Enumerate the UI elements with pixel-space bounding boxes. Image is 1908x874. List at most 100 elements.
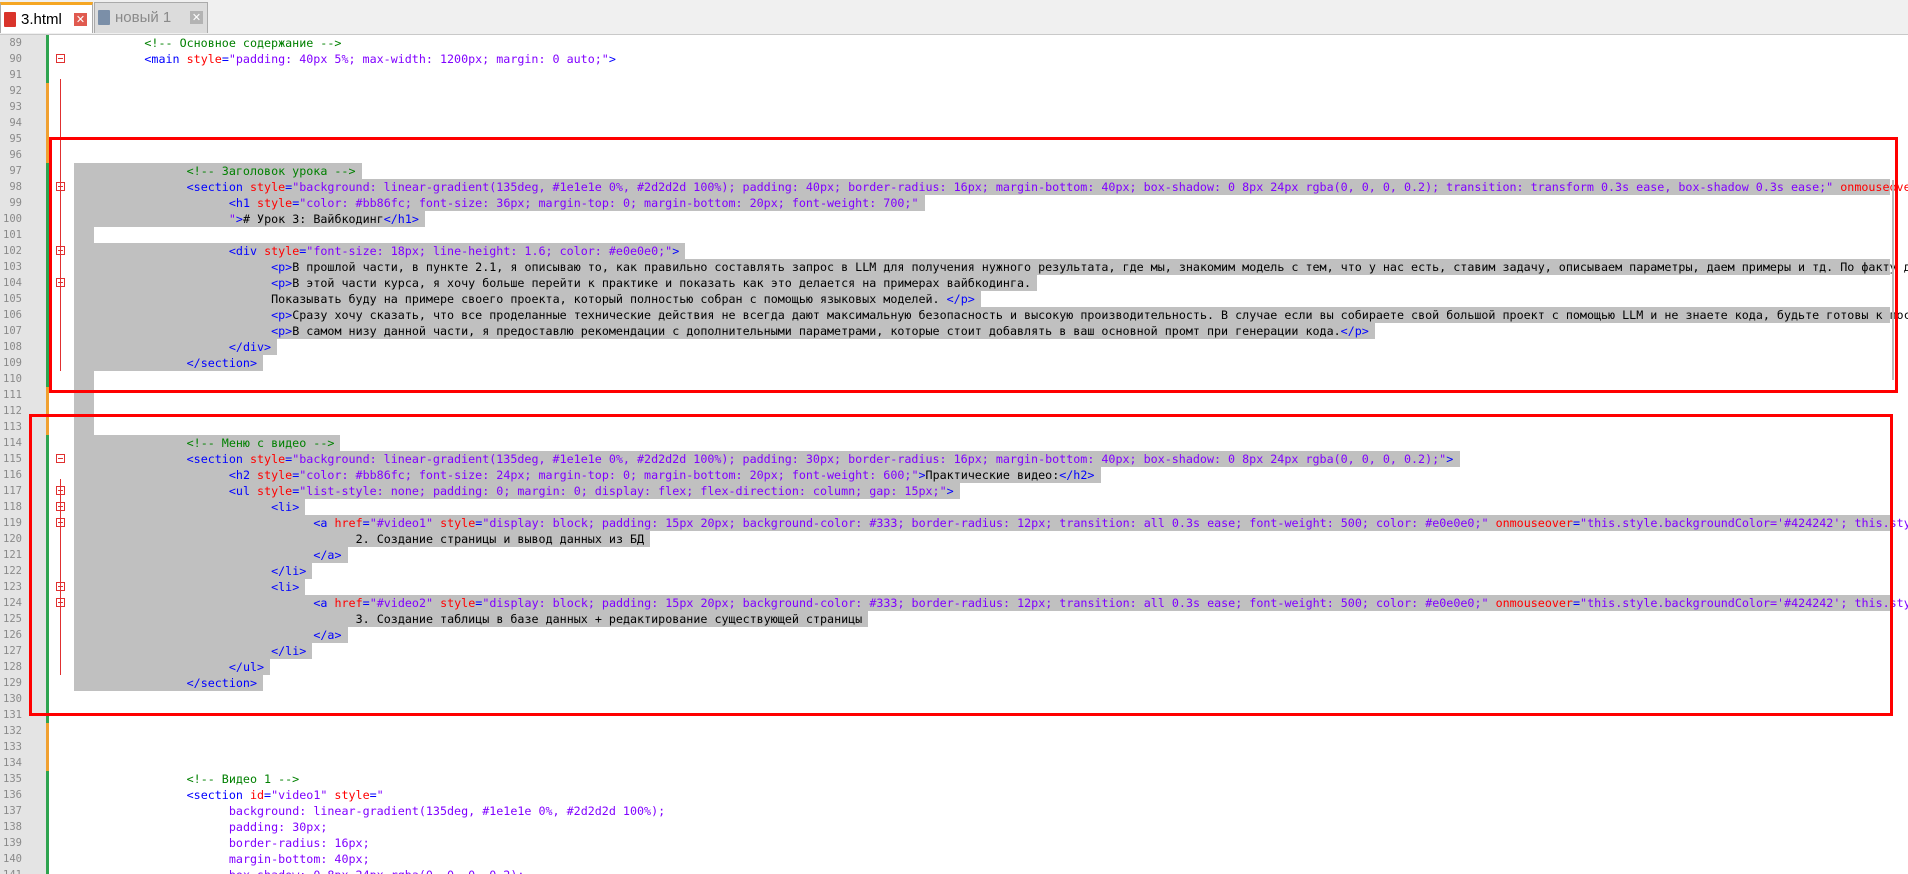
code-token: background: linear-gradient(135deg, #1e1… xyxy=(228,804,666,818)
code-text: padding: 30px; xyxy=(229,819,328,835)
code-text: <!-- Видео 1 --> xyxy=(187,771,300,787)
line-number: 125 xyxy=(3,613,22,625)
line-number: 106 xyxy=(3,309,22,321)
code-line[interactable]: 132 xyxy=(0,723,1908,739)
line-number: 104 xyxy=(3,277,22,289)
code-token: style xyxy=(327,788,370,802)
line-number: 109 xyxy=(3,357,22,369)
code-token: <section xyxy=(186,788,250,802)
code-token: = xyxy=(369,788,377,802)
code-token: style xyxy=(186,52,222,66)
code-line[interactable]: 137 background: linear-gradient(135deg, #… xyxy=(0,803,1908,819)
line-number: 97 xyxy=(9,165,22,177)
line-number: 94 xyxy=(9,117,22,129)
line-number: 130 xyxy=(3,693,22,705)
highlight-box-video-menu xyxy=(29,414,1893,716)
code-line[interactable]: 135 <!-- Видео 1 --> xyxy=(0,771,1908,787)
code-text: <!-- Основное содержание --> xyxy=(144,35,341,51)
line-number: 116 xyxy=(3,469,22,481)
change-marker-saved xyxy=(46,771,49,874)
code-text: margin-bottom: 40px; xyxy=(229,851,370,867)
line-number: 112 xyxy=(3,405,22,417)
code-token: <!-- Видео 1 --> xyxy=(186,772,300,786)
line-number: 95 xyxy=(9,133,22,145)
close-icon[interactable]: ✕ xyxy=(74,13,87,26)
line-number: 99 xyxy=(9,197,22,209)
line-number: 129 xyxy=(3,677,22,689)
line-number: 126 xyxy=(3,629,22,641)
code-token: margin-bottom: 40px; xyxy=(228,852,370,866)
code-line[interactable]: 89 <!-- Основное содержание --> xyxy=(0,35,1908,51)
code-line[interactable]: 138 padding: 30px; xyxy=(0,819,1908,835)
code-token: "video1" xyxy=(271,788,328,802)
line-number: 108 xyxy=(3,341,22,353)
close-icon[interactable]: ✕ xyxy=(190,11,203,24)
line-number: 111 xyxy=(3,389,22,401)
fold-toggle-icon[interactable] xyxy=(56,54,65,63)
line-number: 100 xyxy=(3,213,22,225)
line-number: 133 xyxy=(3,741,22,753)
code-line[interactable]: 140 margin-bottom: 40px; xyxy=(0,851,1908,867)
line-number: 98 xyxy=(9,181,22,193)
line-number: 96 xyxy=(9,149,22,161)
line-number: 103 xyxy=(3,261,22,273)
code-line[interactable]: 141 box-shadow: 0 8px 24px rgba(0, 0, 0, … xyxy=(0,867,1908,874)
code-line[interactable]: 139 border-radius: 16px; xyxy=(0,835,1908,851)
code-line[interactable]: 136 <section id="video1" style=" xyxy=(0,787,1908,803)
line-number: 122 xyxy=(3,565,22,577)
line-number: 105 xyxy=(3,293,22,305)
code-text: <section id="video1" style=" xyxy=(187,787,384,803)
line-number: 107 xyxy=(3,325,22,337)
code-line[interactable]: 133 xyxy=(0,739,1908,755)
line-number: 117 xyxy=(3,485,22,497)
line-number: 131 xyxy=(3,709,22,721)
line-number: 137 xyxy=(3,805,22,817)
code-text: background: linear-gradient(135deg, #1e1… xyxy=(229,803,665,819)
line-number: 93 xyxy=(9,101,22,113)
code-line[interactable]: 134 xyxy=(0,755,1908,771)
code-token: = xyxy=(221,52,229,66)
tab-new-1[interactable]: новый 1 ✕ xyxy=(94,2,208,33)
change-marker-modified xyxy=(46,723,49,771)
line-number: 114 xyxy=(3,437,22,449)
line-number: 134 xyxy=(3,757,22,769)
code-line[interactable]: 93 xyxy=(0,99,1908,115)
line-number: 119 xyxy=(3,517,22,529)
code-line[interactable]: 90 <main style="padding: 40px 5%; max-wid… xyxy=(0,51,1908,67)
code-line[interactable]: 92 xyxy=(0,83,1908,99)
line-number: 121 xyxy=(3,549,22,561)
line-number: 118 xyxy=(3,501,22,513)
code-line[interactable]: 91 xyxy=(0,67,1908,83)
code-text: <main style="padding: 40px 5%; max-width… xyxy=(144,51,616,67)
code-token: id xyxy=(249,788,265,802)
line-number: 128 xyxy=(3,661,22,673)
line-number: 89 xyxy=(9,37,22,49)
tab-label: 3.html xyxy=(21,11,62,28)
line-number: 110 xyxy=(3,373,22,385)
code-token: > xyxy=(608,52,616,66)
line-number: 120 xyxy=(3,533,22,545)
code-token: "padding: 40px 5%; max-width: 1200px; ma… xyxy=(228,52,609,66)
line-number: 132 xyxy=(3,725,22,737)
highlight-box-lesson-header xyxy=(49,137,1898,393)
html-file-icon xyxy=(4,12,16,27)
line-number: 140 xyxy=(3,853,22,865)
code-token: border-radius: 16px; xyxy=(228,836,370,850)
line-number: 113 xyxy=(3,421,22,433)
line-number: 141 xyxy=(0,867,22,874)
code-token: <main xyxy=(144,52,187,66)
line-number: 102 xyxy=(3,245,22,257)
code-token: box-shadow: 0 8px 24px rgba(0, 0, 0, 0.2… xyxy=(229,868,525,874)
tab-3-html[interactable]: 3.html ✕ xyxy=(0,2,93,33)
change-marker-saved xyxy=(46,35,49,83)
code-token: padding: 30px; xyxy=(228,820,328,834)
line-number: 127 xyxy=(3,645,22,657)
line-number: 139 xyxy=(3,837,22,849)
code-line[interactable]: 94 xyxy=(0,115,1908,131)
line-number: 90 xyxy=(9,53,22,65)
code-text: border-radius: 16px; xyxy=(229,835,370,851)
line-number: 92 xyxy=(9,85,22,97)
code-text: box-shadow: 0 8px 24px rgba(0, 0, 0, 0.2… xyxy=(229,867,525,874)
code-token: " xyxy=(376,788,384,802)
save-disk-icon xyxy=(98,10,110,25)
